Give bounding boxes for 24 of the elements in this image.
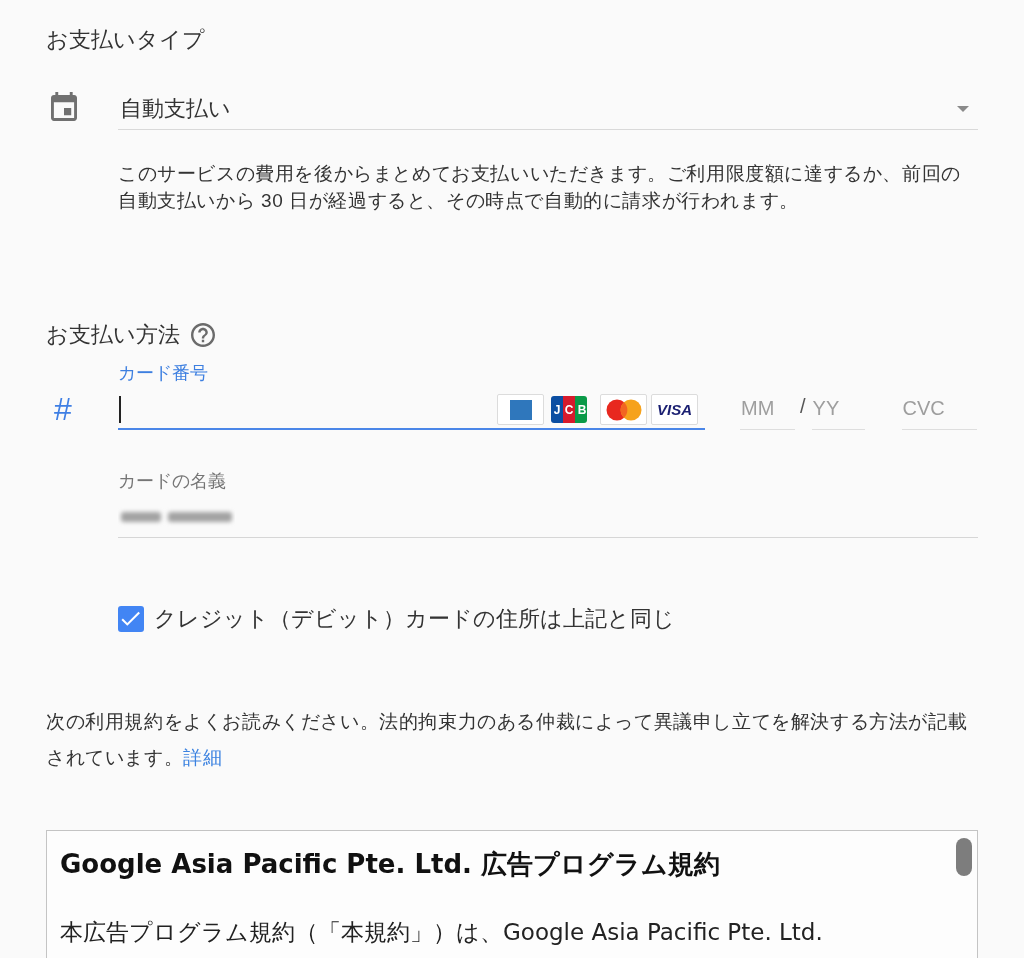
terms-notice-text: 次の利用規約をよくお読みください。法的拘束力のある仲裁によって異議申し立てを解決する方法が記載されています。詳細 bbox=[46, 710, 969, 770]
details-link[interactable]: 詳細 bbox=[183, 747, 223, 768]
terms-paragraph: 本広告プログラム規約（「本規約」）は、Google Asia Pacific Pte. Ltd. bbox=[60, 918, 823, 947]
payment-type-dropdown[interactable]: 自動支払い bbox=[118, 94, 978, 130]
expiry-separator: / bbox=[800, 394, 806, 419]
card-brand-logo: VISA bbox=[651, 394, 698, 425]
cardholder-name-field[interactable]: カードの名義 bbox=[118, 470, 978, 538]
calendar-icon bbox=[51, 92, 77, 121]
help-icon[interactable] bbox=[191, 323, 215, 347]
dropdown-arrow-icon bbox=[957, 106, 969, 112]
card-brand-icon bbox=[600, 394, 647, 425]
expiry-year-field[interactable]: YY bbox=[811, 392, 865, 430]
scrollbar-thumb[interactable] bbox=[956, 838, 972, 876]
section-heading: お支払い方法 bbox=[46, 322, 180, 349]
card-brand-icon bbox=[497, 394, 544, 425]
hash-icon: # bbox=[54, 391, 72, 428]
section-heading: お支払いタイプ bbox=[46, 27, 205, 54]
cvc-field[interactable]: CVC bbox=[901, 392, 977, 430]
terms-title: Google Asia Pacific Pte. Ltd. 広告プログラム規約 bbox=[60, 848, 720, 881]
same-address-checkbox[interactable] bbox=[118, 606, 144, 632]
text-cursor bbox=[119, 396, 121, 423]
payment-type-description: このサービスの費用を後からまとめてお支払いいただきます。ご利用限度額に達するか、前回の自動支払いから 30 日が経過すると、その時点で自動的に請求が行われます。 bbox=[118, 162, 962, 213]
checkbox-label: クレジット（デビット）カードの住所は上記と同じ bbox=[154, 606, 675, 633]
expiry-month-field[interactable]: MM bbox=[740, 392, 795, 430]
